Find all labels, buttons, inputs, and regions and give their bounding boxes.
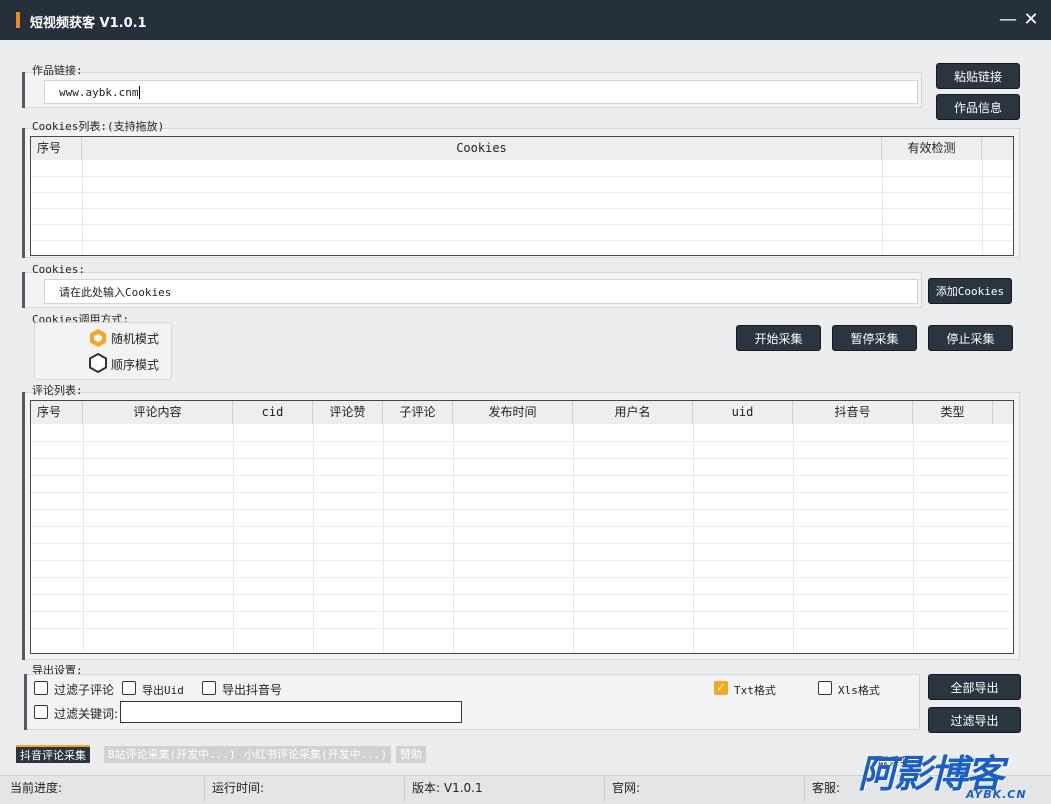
txt-format-label: Txt格式 — [734, 684, 776, 697]
grid-line — [31, 475, 1013, 476]
filter-keyword-input[interactable] — [120, 701, 462, 723]
col-uid: uid — [693, 401, 793, 424]
xls-format-checkbox[interactable] — [818, 681, 832, 695]
sequential-mode-radio[interactable] — [88, 352, 108, 374]
start-button[interactable]: 开始采集 — [736, 325, 821, 351]
work-info-button[interactable]: 作品信息 — [936, 94, 1020, 120]
grid-line — [31, 240, 1013, 241]
random-mode-label[interactable]: 随机模式 — [111, 330, 159, 347]
stop-button[interactable]: 停止采集 — [928, 325, 1013, 351]
filter-keyword-checkbox[interactable] — [34, 705, 48, 719]
grid-line — [31, 628, 1013, 629]
export-douyin-label: 导出抖音号 — [222, 683, 283, 697]
status-service: 客服: — [812, 781, 841, 795]
export-douyin-checkbox[interactable] — [202, 681, 216, 695]
status-site: 官网: — [612, 781, 641, 795]
random-mode-radio[interactable] — [88, 328, 108, 347]
grid-line — [31, 208, 1013, 209]
status-version: 版本: V1.0.1 — [412, 781, 483, 795]
col-username: 用户名 — [573, 401, 693, 424]
col-index: 序号 — [31, 137, 82, 160]
grid-line — [31, 176, 1013, 177]
close-button[interactable]: ✕ — [1019, 8, 1043, 32]
grid-line — [31, 192, 1013, 193]
title-accent — [16, 12, 20, 28]
status-divider — [804, 777, 805, 801]
paste-link-button[interactable]: 粘贴链接 — [936, 63, 1020, 89]
col-valid-check: 有效检测 — [882, 137, 982, 160]
export-uid-checkbox[interactable] — [122, 681, 136, 695]
grid-line — [31, 458, 1013, 459]
minimize-button[interactable]: — — [996, 8, 1020, 32]
text-cursor — [139, 85, 141, 99]
tab-bilibili[interactable]: B站评论采集(开发中...) — [104, 746, 240, 763]
grid-line — [31, 492, 1013, 493]
watermark-sub: AYBK.CN — [966, 788, 1027, 801]
grid-line — [31, 509, 1013, 510]
col-cid: cid — [233, 401, 313, 424]
col-douyin-id: 抖音号 — [793, 401, 913, 424]
grid-line — [31, 224, 1013, 225]
hexagon-outline-icon — [89, 352, 107, 374]
col-likes: 评论赞 — [313, 401, 383, 424]
col-index: 序号 — [31, 401, 83, 424]
cookies-table[interactable]: 序号 Cookies 有效检测 — [30, 136, 1014, 256]
export-uid-label: 导出Uid — [142, 684, 184, 697]
grid-line — [31, 577, 1013, 578]
cookies-list-label: Cookies列表:(支持拖放) — [32, 120, 165, 133]
xls-format-label: Xls格式 — [838, 684, 880, 697]
grid-line — [31, 526, 1013, 527]
pause-button[interactable]: 暂停采集 — [832, 325, 917, 351]
comments-label: 评论列表: — [32, 384, 83, 397]
group-bar — [24, 674, 27, 730]
comments-table[interactable]: 序号 评论内容 cid 评论赞 子评论 发布时间 用户名 uid 抖音号 类型 — [30, 400, 1014, 654]
col-content: 评论内容 — [83, 401, 233, 424]
col-type: 类型 — [913, 401, 993, 424]
window-title: 短视频获客 V1.0.1 — [30, 16, 147, 31]
filter-keyword-label: 过滤关键词: — [54, 707, 119, 721]
tab-douyin[interactable]: 抖音评论采集 — [16, 745, 90, 763]
txt-format-checkbox[interactable]: ✓ — [714, 681, 728, 695]
status-divider — [204, 777, 205, 801]
link-input[interactable]: www.aybk.cnm — [44, 80, 918, 104]
add-cookies-button[interactable]: 添加Cookies — [928, 278, 1012, 304]
grid-line — [31, 594, 1013, 595]
link-value: www.aybk.cnm — [59, 85, 139, 99]
watermark-logo: 阿影博客 AYBK.CN — [858, 752, 1048, 804]
status-divider — [404, 777, 405, 801]
tab-xiaohongshu[interactable]: 小红书评论采集(开发中...) — [240, 746, 392, 763]
group-bar — [22, 272, 25, 308]
filter-sub-checkbox[interactable] — [34, 681, 48, 695]
export-all-button[interactable]: 全部导出 — [928, 674, 1021, 700]
cookies-input[interactable]: 请在此处输入Cookies — [44, 279, 918, 304]
filter-sub-label: 过滤子评论 — [54, 683, 115, 697]
filter-export-button[interactable]: 过滤导出 — [928, 707, 1021, 733]
sequential-mode-label[interactable]: 顺序模式 — [111, 356, 159, 373]
grid-line — [31, 611, 1013, 612]
cookies-input-label: Cookies: — [32, 263, 85, 276]
col-publish-time: 发布时间 — [453, 401, 573, 424]
link-label: 作品链接: — [32, 64, 83, 77]
grid-line — [31, 560, 1013, 561]
status-runtime: 运行时间: — [212, 781, 265, 795]
title-bar — [0, 0, 1051, 40]
grid-line — [31, 441, 1013, 442]
group-bar — [22, 72, 25, 108]
tab-sponsor[interactable]: 赞助 — [396, 746, 426, 763]
group-bar — [22, 392, 25, 660]
col-cookies: Cookies — [82, 137, 882, 160]
grid-line — [31, 543, 1013, 544]
status-divider — [604, 777, 605, 801]
status-progress: 当前进度: — [10, 781, 63, 795]
group-bar — [22, 128, 25, 258]
col-sub-comments: 子评论 — [383, 401, 453, 424]
hexagon-filled-icon — [90, 329, 106, 347]
